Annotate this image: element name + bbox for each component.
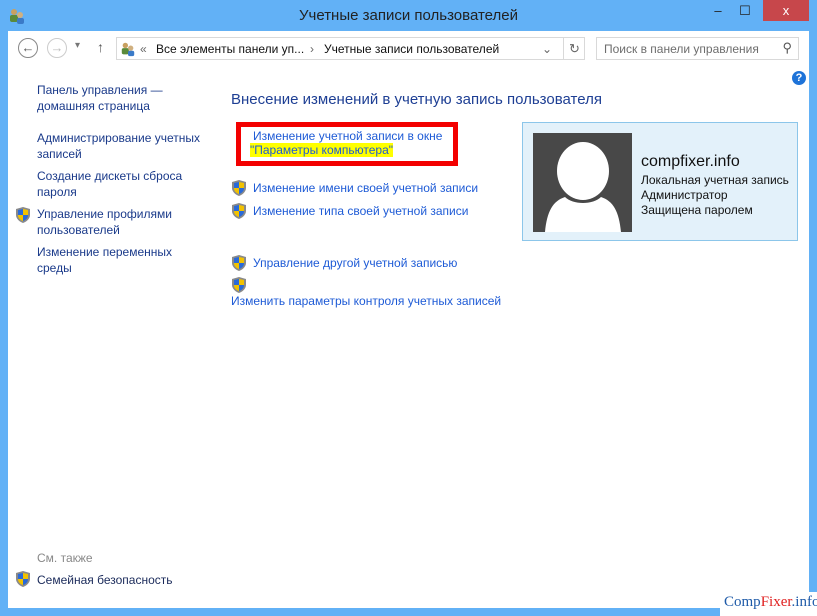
address-dropdown-icon[interactable]: ⌄ — [542, 42, 552, 56]
shield-icon — [232, 277, 246, 293]
label: Управление профилями — [37, 207, 172, 221]
title-bar[interactable]: Учетные записи пользователей – ☐ x — [0, 0, 817, 33]
watermark-part: Comp — [724, 594, 761, 610]
search-input[interactable]: Поиск в панели управления ⚲ — [596, 37, 799, 60]
close-button[interactable]: x — [763, 0, 809, 21]
password-status: Защищена паролем — [641, 203, 753, 217]
label: Изменение переменных — [37, 245, 173, 259]
sidebar-item-user-profiles[interactable]: Управление профилями пользователей — [37, 206, 172, 238]
family-safety-link[interactable]: Семейная безопасность — [37, 572, 173, 588]
rename-account-link[interactable]: Изменение имени своей учетной записи — [253, 181, 478, 195]
user-account-card: compfixer.info Локальная учетная запись … — [522, 122, 798, 241]
account-role: Администратор — [641, 188, 728, 202]
back-button[interactable]: ← — [18, 38, 38, 58]
search-placeholder: Поиск в панели управления — [604, 42, 759, 56]
watermark-part: .info — [791, 594, 817, 610]
breadcrumb-overflow[interactable]: « — [140, 42, 147, 56]
shield-icon — [16, 571, 30, 587]
breadcrumb-separator[interactable]: › — [310, 42, 314, 56]
user-silhouette-icon — [545, 142, 621, 232]
label: среды — [37, 261, 72, 275]
users-icon — [121, 42, 135, 57]
window-content: ← → ▾ ↑ « Все элементы панели уп... › Уч… — [8, 31, 809, 608]
label: домашняя страница — [37, 99, 150, 113]
user-avatar — [533, 133, 632, 232]
forward-button[interactable]: → — [47, 38, 67, 58]
label: Администрирование учетных — [37, 131, 201, 145]
label: записей — [37, 147, 82, 161]
change-account-type-link[interactable]: Изменение типа своей учетной записи — [253, 204, 468, 218]
window-title: Учетные записи пользователей — [299, 7, 518, 24]
user-name: compfixer.info — [641, 153, 740, 170]
help-button[interactable]: ? — [792, 71, 806, 85]
account-type: Локальная учетная запись — [641, 173, 789, 187]
shield-icon — [232, 255, 246, 271]
sidebar-item-password-reset-disk[interactable]: Создание дискеты сброса пароля — [37, 168, 182, 200]
navigation-bar: ← → ▾ ↑ « Все элементы панели уп... › Уч… — [8, 31, 809, 67]
sidebar-item-manage-accounts[interactable]: Администрирование учетных записей — [37, 130, 200, 162]
address-bar[interactable]: « Все элементы панели уп... › Учетные за… — [116, 37, 585, 60]
maximize-button[interactable]: ☐ — [732, 0, 758, 21]
search-icon[interactable]: ⚲ — [782, 40, 792, 56]
refresh-button[interactable]: ↻ — [563, 38, 580, 59]
uac-settings-link[interactable]: Изменить параметры контроля учетных запи… — [231, 294, 501, 308]
label: пользователей — [37, 223, 120, 237]
shield-icon — [232, 180, 246, 196]
up-button[interactable]: ↑ — [97, 39, 104, 55]
label: пароля — [37, 185, 77, 199]
shield-icon — [232, 203, 246, 219]
sidebar-item-control-panel-home[interactable]: Панель управления — домашняя страница — [37, 82, 163, 114]
highlighted-text: "Параметры компьютера" — [250, 143, 393, 157]
watermark: CompFixer.info — [720, 592, 817, 616]
label: Панель управления — — [37, 83, 163, 97]
watermark-part: Fixer — [760, 594, 792, 610]
breadcrumb-all-items[interactable]: Все элементы панели уп... — [156, 42, 304, 56]
label: Создание дискеты сброса — [37, 169, 183, 183]
page-title: Внесение изменений в учетную запись поль… — [231, 91, 602, 108]
minimize-button[interactable]: – — [705, 0, 731, 21]
pc-settings-link[interactable]: Изменение учетной записи в окне "Парамет… — [250, 129, 443, 157]
breadcrumb-user-accounts[interactable]: Учетные записи пользователей — [324, 42, 499, 56]
link-line: Изменение учетной записи в окне — [253, 129, 443, 143]
manage-other-account-link[interactable]: Управление другой учетной записью — [253, 256, 457, 270]
see-also-heading: См. также — [37, 551, 93, 565]
sidebar-item-environment-variables[interactable]: Изменение переменных среды — [37, 244, 172, 276]
recent-pages-button[interactable]: ▾ — [75, 40, 80, 51]
shield-icon — [16, 207, 30, 223]
